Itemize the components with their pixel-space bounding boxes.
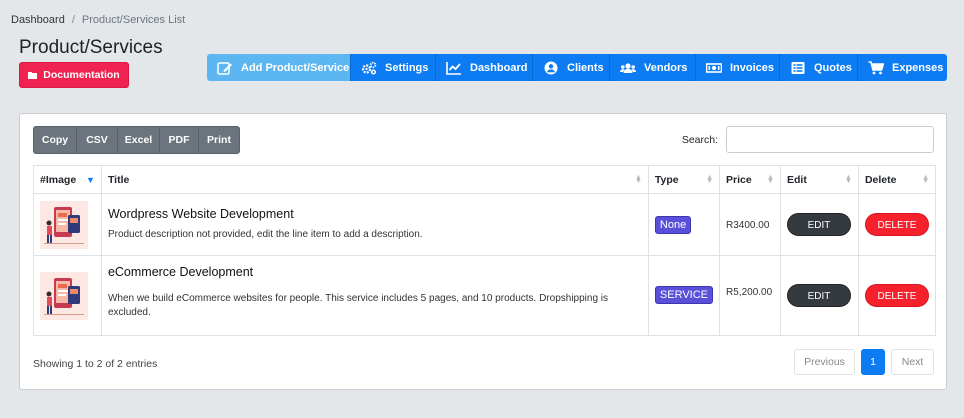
breadcrumb: Dashboard / Product/Services List [11,14,185,26]
breadcrumb-current: Product/Services List [81,14,186,26]
product-thumbnail-image [40,271,88,320]
delete-cell: DELETE [857,193,937,256]
list-alt-icon [791,61,805,74]
table-row: eCommerce Development When we build eCom… [33,255,937,336]
title-cell: Wordpress Website Development Product de… [100,193,649,256]
edit-cell: EDIT [779,255,859,336]
column-label: Price [726,173,752,186]
sort-icon: ▲ ▼ [706,174,714,185]
column-header-edit[interactable]: Edit ▲ ▼ [779,165,859,194]
user-circle-icon [544,61,558,74]
pagination: Previous 1 Next [794,349,934,375]
excel-button[interactable]: Excel [117,126,160,154]
table-header-row: #Image ▼ Title ▲ ▼ Type ▲ ▼ Price ▲ ▼ Edit ▲ ▼ De… [33,165,937,194]
nav-label: Settings [385,61,429,74]
product-title: Wordpress Website Development [107,207,294,221]
nav-vendors[interactable]: Vendors [610,54,696,81]
nav-label: Invoices [730,61,775,74]
column-header-title[interactable]: Title ▲ ▼ [100,165,649,194]
product-price: R3400.00 [726,219,770,231]
sort-icon: ▲ ▼ [767,174,774,185]
table-info: Showing 1 to 2 of 2 entries [33,358,158,370]
nav-label: Expenses [892,61,944,74]
nav-clients[interactable]: Clients [533,54,610,81]
product-description: When we build eCommerce websites for peo… [107,293,609,318]
products-card: Copy CSV Excel PDF Print Search: #Image ▼… [19,113,947,390]
type-badge: None [654,215,692,234]
top-nav: Add Product/Service Settings Dashboard C… [207,54,947,81]
nav-expenses[interactable]: Expenses [858,54,947,81]
export-buttons: Copy CSV Excel PDF Print [33,126,240,154]
documentation-button[interactable]: Documentation [19,62,129,88]
nav-settings[interactable]: Settings [351,54,436,81]
folder-icon [28,72,38,79]
price-cell: R3400.00 [719,193,781,256]
csv-button[interactable]: CSV [76,126,118,154]
column-header-delete[interactable]: Delete ▲ ▼ [857,165,937,194]
product-title: eCommerce Development [107,265,254,279]
breadcrumb-separator: / [71,14,75,26]
product-thumbnail-image [40,200,88,249]
products-table: #Image ▼ Title ▲ ▼ Type ▲ ▼ Price ▲ ▼ Edit ▲ ▼ De… [33,165,937,336]
nav-invoices[interactable]: Invoices [696,54,780,81]
cogs-icon [361,61,377,75]
breadcrumb-dashboard-link[interactable]: Dashboard [11,14,65,26]
image-cell [33,193,102,256]
delete-button[interactable]: DELETE [864,284,929,307]
page-title: Product/Services [19,37,163,58]
nav-label: Add Product/Service [241,61,350,74]
search-label: Search: [681,133,718,146]
documentation-label: Documentation [43,69,120,81]
pdf-button[interactable]: PDF [159,126,199,154]
nav-label: Vendors [644,61,688,74]
sort-icon: ▲ ▼ [634,174,642,185]
column-label: Delete [864,173,897,186]
edit-cell: EDIT [779,193,859,256]
money-bill-icon [706,62,722,73]
chart-line-icon [446,61,461,75]
column-header-image[interactable]: #Image ▼ [33,165,102,194]
title-cell: eCommerce Development When we build eCom… [100,255,649,336]
column-label: Title [107,173,130,186]
search-box: Search: [682,126,934,153]
column-label: Edit [786,173,807,186]
sort-icon: ▲ ▼ [922,174,929,185]
product-description: Product description not provided, edit t… [107,229,423,240]
print-button[interactable]: Print [198,126,240,154]
nav-label: Clients [567,61,604,74]
nav-label: Quotes [814,61,852,74]
nav-quotes[interactable]: Quotes [780,54,858,81]
sort-desc-icon: ▼ [86,175,95,185]
page-1-button[interactable]: 1 [861,349,885,375]
edit-button[interactable]: EDIT [786,213,851,236]
image-cell [33,255,102,336]
type-badge: SERVICE [654,286,714,304]
type-cell: None [647,193,721,256]
sort-icon: ▲ ▼ [845,174,852,185]
next-page-button[interactable]: Next [891,349,934,375]
column-header-price[interactable]: Price ▲ ▼ [719,165,781,194]
delete-cell: DELETE [857,255,937,336]
search-input[interactable] [726,126,934,153]
type-cell: SERVICE [647,255,721,336]
edit-icon [217,61,232,75]
previous-page-button[interactable]: Previous [794,349,855,375]
delete-button[interactable]: DELETE [864,213,929,236]
column-label: Type [654,173,679,186]
shopping-cart-icon [868,60,884,74]
nav-dashboard[interactable]: Dashboard [436,54,533,81]
copy-button[interactable]: Copy [33,126,77,154]
nav-label: Dashboard [470,61,528,74]
product-price: R5,200.00 [726,287,773,298]
column-label: #Image [40,173,77,186]
users-icon [620,62,636,73]
nav-add-product-service[interactable]: Add Product/Service [207,54,351,81]
column-header-type[interactable]: Type ▲ ▼ [647,165,721,194]
edit-button[interactable]: EDIT [786,284,851,307]
table-row: Wordpress Website Development Product de… [33,193,937,256]
price-cell: R5,200.00 [719,255,781,336]
